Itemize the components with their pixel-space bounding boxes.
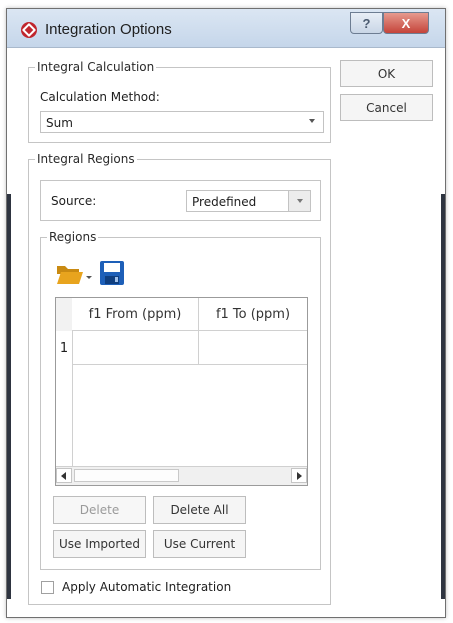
calculation-method-select[interactable]: Sum — [40, 111, 324, 133]
source-select[interactable]: Predefined — [186, 190, 311, 212]
horizontal-scrollbar[interactable] — [56, 466, 307, 485]
help-button[interactable]: ? — [350, 12, 383, 34]
calculation-method-label: Calculation Method: — [40, 90, 160, 104]
scroll-right-icon[interactable] — [291, 468, 307, 483]
app-logo-icon — [21, 22, 37, 38]
integral-calculation-group: Integral Calculation Calculation Method:… — [28, 60, 331, 143]
open-folder-icon[interactable] — [55, 261, 93, 287]
table-corner — [56, 298, 73, 332]
use-imported-button[interactable]: Use Imported — [53, 530, 146, 558]
ok-button[interactable]: OK — [340, 60, 433, 87]
help-icon: ? — [362, 15, 371, 31]
chevron-down-icon — [288, 191, 310, 211]
cancel-button[interactable]: Cancel — [340, 94, 433, 121]
ok-button-label: OK — [377, 66, 396, 81]
row-header-column — [56, 365, 73, 467]
column-header-f1-to[interactable]: f1 To (ppm) — [199, 298, 307, 331]
column-header-f1-from[interactable]: f1 From (ppm) — [72, 298, 199, 331]
source-value: Predefined — [192, 195, 257, 209]
delete-all-button-label: Delete All — [170, 503, 229, 517]
use-current-button[interactable]: Use Current — [153, 530, 246, 558]
scroll-left-icon[interactable] — [56, 468, 72, 483]
apply-automatic-integration-checkbox[interactable] — [41, 581, 54, 594]
close-button[interactable]: X — [383, 12, 429, 34]
cancel-button-label: Cancel — [366, 100, 407, 115]
row-header[interactable]: 1 — [56, 331, 73, 366]
delete-button-label: Delete — [79, 503, 120, 517]
column-header-label: f1 To (ppm) — [215, 306, 291, 322]
scrollbar-thumb[interactable] — [74, 469, 179, 482]
column-header-label: f1 From (ppm) — [88, 306, 182, 322]
table-cell[interactable] — [72, 331, 199, 365]
integral-calculation-legend: Integral Calculation — [35, 60, 157, 74]
save-disk-icon[interactable] — [99, 260, 125, 286]
apply-automatic-integration-label: Apply Automatic Integration — [62, 580, 232, 594]
source-box: Source: Predefined — [40, 180, 321, 221]
chevron-down-icon — [309, 119, 315, 123]
delete-all-button[interactable]: Delete All — [153, 496, 246, 524]
use-current-button-label: Use Current — [163, 537, 236, 551]
use-imported-button-label: Use Imported — [58, 537, 141, 551]
regions-table[interactable]: f1 From (ppm) f1 To (ppm) 1 — [55, 297, 308, 486]
integration-options-dialog: Integration Options ? X Integral Calcula… — [6, 8, 446, 618]
delete-button[interactable]: Delete — [53, 496, 146, 524]
calculation-method-value: Sum — [46, 116, 73, 130]
window-title: Integration Options — [45, 21, 172, 38]
window-frame-right — [441, 194, 445, 599]
table-cell[interactable] — [199, 331, 307, 365]
window-frame-left — [7, 194, 11, 599]
integral-regions-legend: Integral Regions — [35, 152, 137, 166]
title-bar[interactable]: Integration Options ? X — [7, 9, 445, 48]
regions-legend: Regions — [47, 230, 99, 244]
source-label: Source: — [51, 194, 97, 208]
close-icon: X — [401, 15, 411, 31]
row-index: 1 — [59, 340, 69, 356]
